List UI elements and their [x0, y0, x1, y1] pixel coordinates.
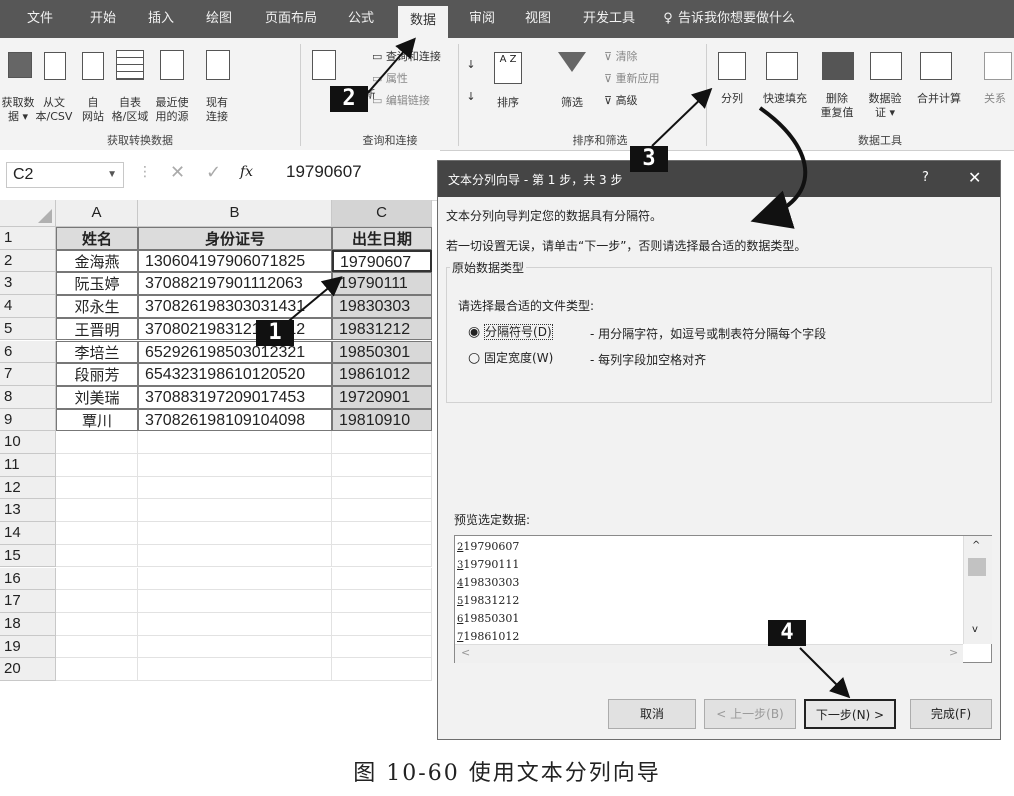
arrow-4 [799, 647, 851, 699]
arrow-3-curve [750, 106, 808, 229]
step-badge-3: 3 [630, 146, 668, 172]
figure-caption: 图 10-60 使用文本分列向导 [353, 761, 661, 786]
step-badge-2: 2 [330, 86, 368, 112]
annotation-arrows [277, 37, 851, 699]
arrow-2 [365, 37, 416, 96]
arrow-3 [651, 87, 713, 147]
step-badge-4: 4 [768, 620, 806, 646]
step-badge-1: 1 [256, 320, 294, 346]
